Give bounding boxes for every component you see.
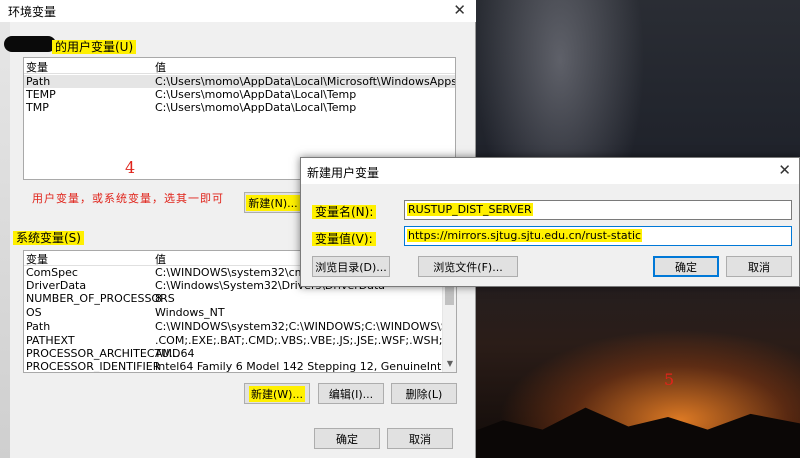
cell-value: Intel64 Family 6 Model 142 Stepping 12, … <box>155 360 452 373</box>
scroll-thumb[interactable] <box>445 285 454 305</box>
window-edge <box>0 0 10 458</box>
column-header-variable[interactable]: 变量 <box>26 61 48 74</box>
title-bar: 新建用户变量 ✕ <box>301 158 799 184</box>
variable-value-label: 变量值(V): <box>312 230 376 247</box>
cell-value: .COM;.EXE;.BAT;.CMD;.VBS;.VBE;.JS;.JSE;.… <box>155 334 457 347</box>
redacted-username <box>4 36 56 52</box>
system-variables-label: 系统变量(S) <box>13 229 84 246</box>
variable-name-value: RUSTUP_DIST_SERVER <box>407 203 533 216</box>
table-row[interactable]: PATHEXT .COM;.EXE;.BAT;.CMD;.VBS;.VBE;.J… <box>24 334 456 347</box>
variable-value-text: https://mirrors.sjtug.sjtu.edu.cn/rust-s… <box>407 229 643 242</box>
cell-value: C:\Users\momo\AppData\Local\Microsoft\Wi… <box>155 75 456 88</box>
dialog-title: 新建用户变量 <box>307 166 380 180</box>
cell-value: AMD64 <box>155 347 195 360</box>
cell-variable: Path <box>26 320 51 333</box>
list-header: 变量 值 <box>24 61 455 74</box>
close-icon[interactable]: ✕ <box>453 1 466 19</box>
step-annotation-5: 5 <box>664 370 675 389</box>
variable-name-input[interactable]: RUSTUP_DIST_SERVER <box>404 200 792 220</box>
cell-variable: TEMP <box>26 88 56 101</box>
column-header-variable[interactable]: 变量 <box>26 253 48 266</box>
new-var-ok-button[interactable]: 确定 <box>653 256 719 277</box>
variable-name-label: 变量名(N): <box>312 203 377 220</box>
system-edit-button[interactable]: 编辑(I)... <box>318 383 384 404</box>
table-row[interactable]: Path C:\Users\momo\AppData\Local\Microso… <box>24 75 455 88</box>
cell-variable: ComSpec <box>26 266 78 279</box>
cell-variable: NUMBER_OF_PROCESSORS <box>26 292 175 305</box>
table-row[interactable]: PROCESSOR_ARCHITECTU... AMD64 <box>24 347 444 360</box>
user-variables-label: 的用户变量(U) <box>52 38 137 55</box>
dialog-title: 环境变量 <box>8 5 57 19</box>
cell-value: C:\Users\momo\AppData\Local\Temp <box>155 101 357 114</box>
user-new-button[interactable]: 新建(N)... <box>244 192 302 213</box>
title-bar: 环境变量 ✕ <box>0 0 476 22</box>
table-row[interactable]: NUMBER_OF_PROCESSORS 8 <box>24 292 444 305</box>
table-row[interactable]: TMP C:\Users\momo\AppData\Local\Temp <box>24 101 455 114</box>
cell-variable: OS <box>26 306 42 319</box>
cell-variable: TMP <box>26 101 49 114</box>
table-row[interactable]: OS Windows_NT <box>24 306 444 319</box>
cell-value: C:\Users\momo\AppData\Local\Temp <box>155 88 357 101</box>
new-user-variable-dialog: 新建用户变量 ✕ 变量名(N): RUSTUP_DIST_SERVER 5 变量… <box>300 157 800 389</box>
cell-value: Windows_NT <box>155 306 225 319</box>
cell-variable: PATHEXT <box>26 334 75 347</box>
browse-directory-button[interactable]: 浏览目录(D)... <box>312 256 390 277</box>
cell-value: 8 <box>155 292 162 305</box>
close-icon[interactable]: ✕ <box>778 161 791 179</box>
cell-variable: Path <box>26 75 51 88</box>
variable-value-input[interactable]: https://mirrors.sjtug.sjtu.edu.cn/rust-s… <box>404 226 792 246</box>
browse-file-button[interactable]: 浏览文件(F)... <box>418 256 518 277</box>
cell-value: C:\WINDOWS\system32;C:\WINDOWS;C:\WINDOW… <box>155 320 457 333</box>
ok-button[interactable]: 确定 <box>314 428 380 449</box>
table-row[interactable]: TEMP C:\Users\momo\AppData\Local\Temp <box>24 88 455 101</box>
column-header-value[interactable]: 值 <box>155 61 166 74</box>
scroll-down-icon[interactable]: ▼ <box>444 358 456 370</box>
table-row[interactable]: PROCESSOR_IDENTIFIER Intel64 Family 6 Mo… <box>24 360 451 373</box>
step-annotation-4: 4 <box>125 158 136 177</box>
hint-annotation: 用户变量，或系统变量，选其一即可 <box>32 192 224 205</box>
cancel-button[interactable]: 取消 <box>387 428 453 449</box>
new-var-cancel-button[interactable]: 取消 <box>726 256 792 277</box>
system-delete-button[interactable]: 删除(L) <box>391 383 457 404</box>
system-new-button-label: 新建(W)... <box>249 385 305 402</box>
user-new-button-label: 新建(N)... <box>246 194 300 211</box>
cell-variable: PROCESSOR_IDENTIFIER <box>26 360 161 373</box>
cell-variable: DriverData <box>26 279 87 292</box>
table-row[interactable]: Path C:\WINDOWS\system32;C:\WINDOWS;C:\W… <box>24 320 456 333</box>
system-new-button[interactable]: 新建(W)... <box>244 383 310 404</box>
column-header-value[interactable]: 值 <box>155 253 166 266</box>
